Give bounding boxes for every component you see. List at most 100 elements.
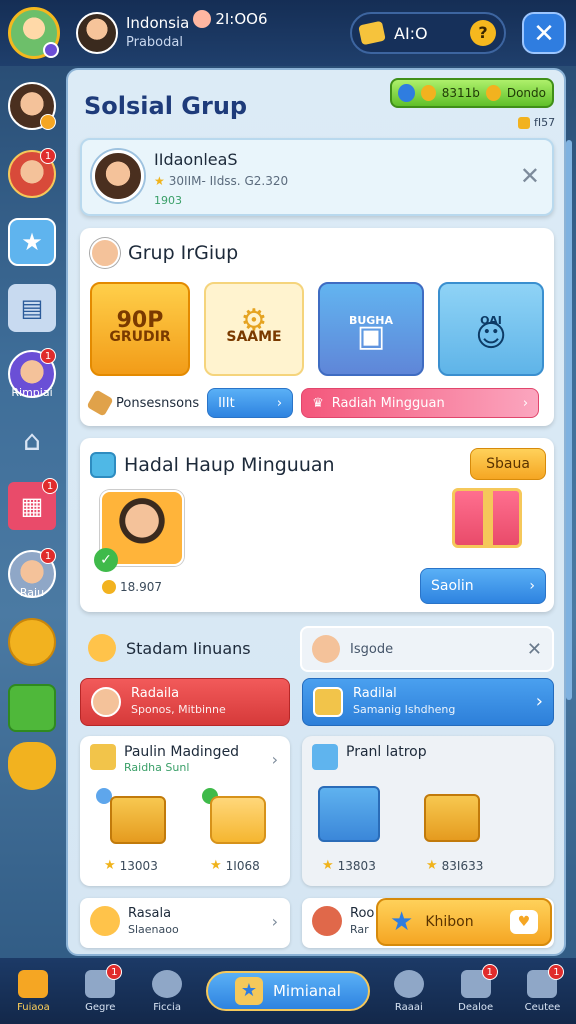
treasure-box-icon (424, 794, 480, 842)
gift-icon[interactable]: ▦ 1 (8, 478, 58, 530)
group-avatar-icon (90, 238, 120, 268)
claim-button[interactable]: Saolin › (420, 568, 546, 604)
heart-icon: ♥ (510, 910, 538, 934)
home-icon (18, 969, 49, 998)
player-avatar[interactable] (8, 7, 60, 59)
notification-badge: 1 (40, 348, 56, 364)
weekly-reward-card: Hadal Haup Minguuan Sbaua ✓ 18.907 Saoli… (80, 438, 554, 612)
coin-icon (102, 580, 116, 594)
sidebar-avatar-girl[interactable]: 1 (8, 148, 56, 198)
star-badge-icon (40, 114, 56, 130)
nav-item[interactable]: 1 Ceutee (514, 963, 570, 1013)
camera-icon[interactable]: ⌂ (8, 416, 56, 464)
sidebar-avatar-boy[interactable] (8, 82, 56, 130)
nav-home[interactable]: Fuiaoa (5, 969, 61, 1013)
ticket-icon (518, 116, 530, 129)
weekly-reward-header: Hadal Haup Minguuan (90, 452, 335, 478)
close-icon[interactable]: ✕ (527, 639, 542, 660)
reward-count: 18.907 (102, 580, 162, 594)
group-tile[interactable]: OAI ☺ (438, 282, 544, 376)
close-icon[interactable]: ✕ (520, 162, 540, 190)
sub-counter: fI57 (518, 116, 555, 129)
stadium-title: Stadam Iinuans (126, 638, 251, 658)
gift-icon (452, 488, 522, 548)
treasure-box-icon (110, 796, 166, 844)
mini-card[interactable]: Pranl latrop ★ 13803 ★ 83I633 (302, 736, 554, 886)
nav-center-button[interactable]: ★ Mimianal (205, 971, 370, 1011)
time-display: 2I:OO6 (193, 10, 268, 28)
scrollbar[interactable] (566, 140, 572, 700)
treasure-icon: ▣ (356, 319, 386, 354)
star-icon: ★ (390, 907, 414, 937)
search-input[interactable]: Isgode ✕ (300, 626, 554, 672)
gear-icon: ⚙ (240, 303, 268, 338)
weekly-reward-button[interactable]: ♛ Radiah Mingguan › (301, 388, 540, 418)
checkbox-icon (90, 452, 116, 478)
floating-action-button[interactable]: ★ Khibon ♥ (376, 898, 552, 946)
reward-pill[interactable]: 8311b Dondo (390, 78, 554, 108)
user-card[interactable]: IIdaonleaS ★ 30IIM- IIdss. G2.320 1903 ✕ (80, 138, 554, 216)
document-icon[interactable]: ▤ (8, 284, 56, 332)
mini-card[interactable]: Paulin Madinged Raidha Sunl › ★ 13003 ★ 1I0… (80, 736, 290, 886)
user-sub: 1903 (154, 194, 182, 207)
group-tile[interactable]: BUGHA ▣ (318, 282, 424, 376)
chevron-right-icon: › (271, 912, 278, 931)
chevron-right-icon: › (276, 395, 283, 411)
group-tile[interactable]: 90P GRUDIR (90, 282, 190, 376)
group-card: Grup IrGiup 90P GRUDIR ⚙ SAAME BUGHA ▣ OAI ☺… (80, 228, 554, 426)
pot-icon (312, 906, 342, 936)
weekly-reward-title: Hadal Haup Minguuan (124, 454, 335, 476)
coin-icon (485, 85, 501, 101)
stadium-row: Stadam Iinuans Isgode ✕ (80, 626, 554, 674)
sidebar: 1 ★ ▤ 1 Rimpiai ⌂ ▦ 1 1 Raiu (0, 66, 64, 956)
group-header: Grup IrGiup (90, 238, 238, 268)
user-stats: ★ 30IIM- IIdss. G2.320 (154, 174, 289, 188)
star-icon: ★ (234, 977, 263, 1005)
bottom-card[interactable]: Rasala Slaenaoo › (80, 898, 290, 948)
social-group-panel: Solsial Grup 8311b Dondo fI57 IIdaonleaS… (66, 68, 566, 956)
nav-search[interactable]: Raaai (381, 969, 437, 1013)
group-action-button[interactable]: IIIt › (207, 388, 294, 418)
star-icon: ★ (104, 858, 116, 873)
truck-icon[interactable] (8, 684, 56, 732)
page-title: Solsial Grup (84, 92, 248, 120)
group-title: Grup IrGiup (128, 242, 239, 264)
chevron-right-icon: › (529, 578, 535, 594)
coin-balance[interactable]: AI:O ? (350, 12, 506, 54)
helmet-icon (88, 634, 116, 662)
search-icon (393, 969, 424, 998)
nav-item[interactable]: 1 Dealoe (448, 963, 504, 1013)
pot-icon[interactable] (8, 742, 56, 790)
nav-item[interactable]: Ficcia (139, 969, 195, 1013)
notification-badge: 1 (40, 148, 56, 164)
coin-icon (420, 85, 436, 101)
red-banner[interactable]: Radaila Sponos, Mitbinne (80, 678, 290, 726)
chevron-right-icon: › (271, 750, 278, 769)
close-button[interactable]: ✕ (522, 12, 566, 54)
avatar-icon (91, 687, 121, 717)
trophy-icon: ♛ (312, 395, 324, 411)
helmet-icon (90, 906, 120, 936)
group-tiles: 90P GRUDIR ⚙ SAAME BUGHA ▣ OAI ☺ (90, 282, 544, 376)
coins-stack-icon[interactable] (8, 618, 56, 666)
blue-banner[interactable]: Radilal Samanig Ishdheng › (302, 678, 554, 726)
profile-info[interactable]: Indonsia Prabodal (76, 12, 189, 54)
profile-sub: Prabodal (126, 35, 183, 50)
user-avatar-icon (312, 635, 340, 663)
puzzle-icon (313, 687, 343, 717)
spoon-icon (86, 389, 114, 417)
help-icon[interactable]: ? (470, 20, 496, 46)
notification-badge: 1 (42, 478, 58, 494)
notification-badge: 1 (40, 548, 56, 564)
coins-icon (358, 20, 386, 46)
character-icon: ☺ (475, 319, 507, 354)
compass-icon (152, 969, 183, 998)
nav-item[interactable]: 1 Gegre (72, 963, 128, 1013)
group-tile[interactable]: ⚙ SAAME (204, 282, 304, 376)
star-icon: ★ (210, 858, 222, 873)
star-icon[interactable]: ★ (8, 218, 56, 266)
trophy-icon (90, 744, 116, 770)
pencil-icon (312, 744, 338, 770)
weekly-reward-tag-button[interactable]: Sbaua (470, 448, 546, 480)
level-badge-icon (43, 42, 59, 58)
